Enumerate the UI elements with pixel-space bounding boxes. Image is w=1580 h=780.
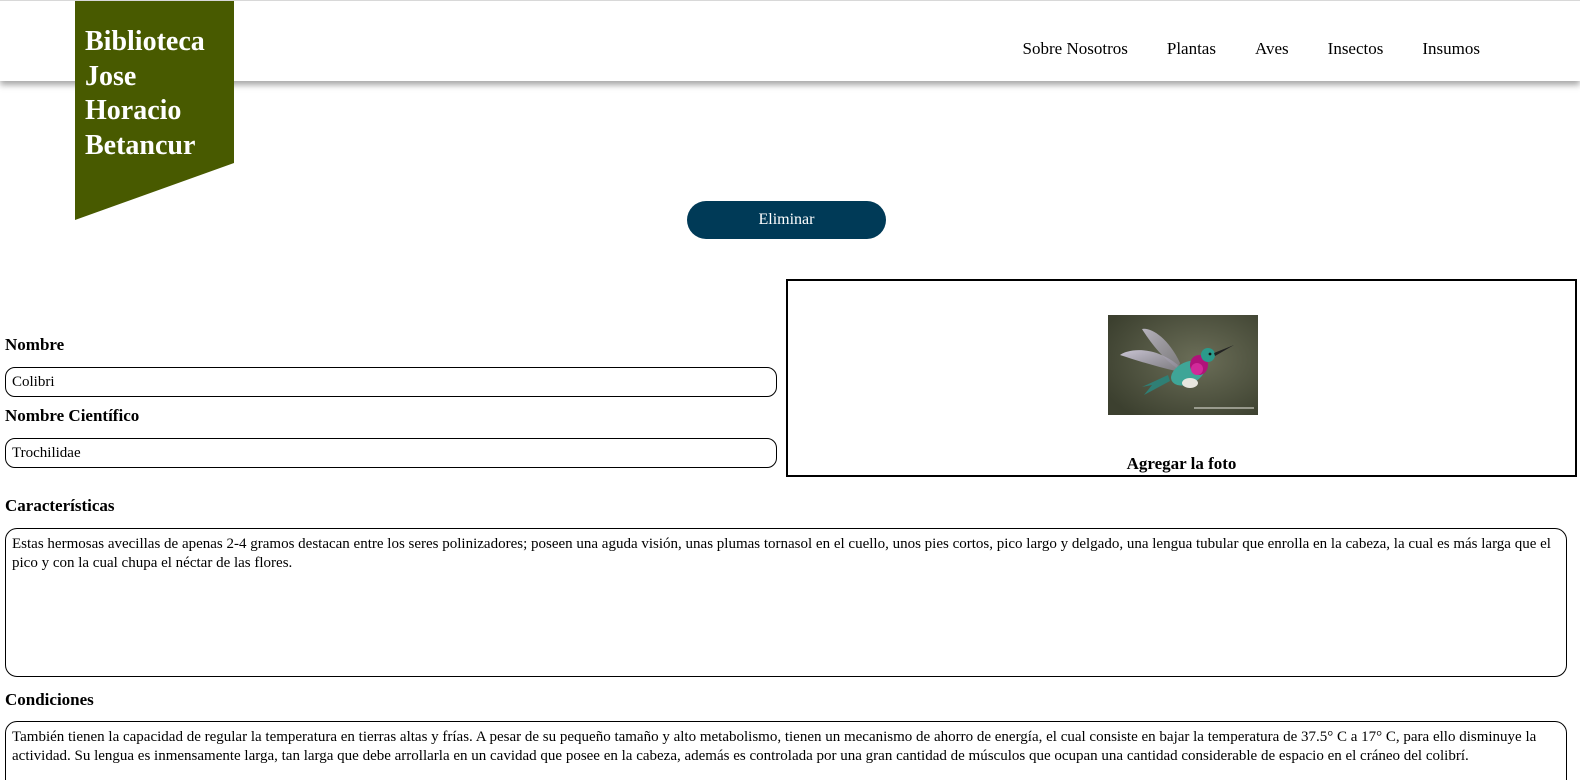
condiciones-textarea[interactable]: También tienen la capacidad de regular l… [5,721,1567,780]
add-photo-label[interactable]: Agregar la foto [788,454,1575,474]
nav-sobre-nosotros[interactable]: Sobre Nosotros [1023,39,1128,59]
caracteristicas-label: Características [5,496,115,515]
site-logo[interactable]: Biblioteca Jose Horacio Betancur [75,1,234,220]
hummingbird-photo [1108,315,1258,415]
nombre-label: Nombre [5,335,65,354]
nav-plantas[interactable]: Plantas [1167,39,1216,59]
caracteristicas-textarea[interactable]: Estas hermosas avecillas de apenas 2-4 g… [5,528,1567,677]
logo-line-1: Biblioteca [85,26,205,57]
photo-upload-area[interactable]: Agregar la foto [786,279,1577,477]
site-header: Sobre Nosotros Plantas Aves Insectos Ins… [0,1,1580,81]
hummingbird-icon [1108,315,1258,415]
nav-aves[interactable]: Aves [1255,39,1289,59]
logo-line-3: Horacio [85,95,182,126]
main-nav: Sobre Nosotros Plantas Aves Insectos Ins… [984,39,1480,59]
condiciones-label: Condiciones [5,690,94,709]
page: Sobre Nosotros Plantas Aves Insectos Ins… [0,0,1580,780]
nav-insectos[interactable]: Insectos [1328,39,1384,59]
nombre-cientifico-label: Nombre Científico [5,406,140,425]
logo-line-4: Betancur [85,129,196,161]
delete-button[interactable]: Eliminar [687,201,886,239]
nav-insumos[interactable]: Insumos [1422,39,1480,59]
nombre-input[interactable] [5,367,777,397]
nombre-cientifico-input[interactable] [5,438,777,468]
logo-line-2: Jose [85,60,137,92]
